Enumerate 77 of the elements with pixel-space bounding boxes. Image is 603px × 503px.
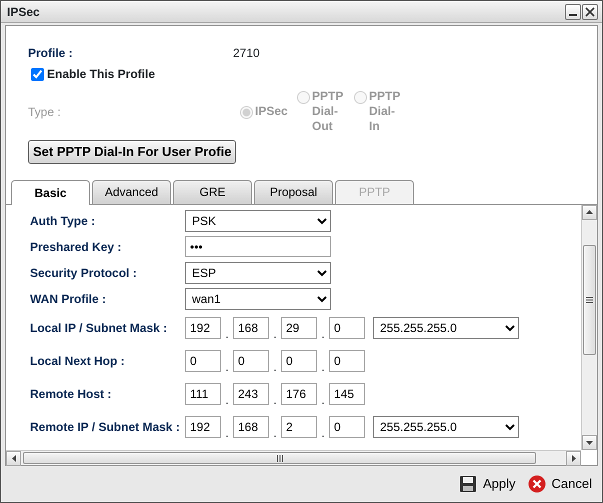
subnet-mask-select[interactable]: 255.255.255.0 <box>373 416 519 438</box>
subnet-mask-select[interactable]: 255.255.255.0 <box>373 317 519 339</box>
octet-field[interactable]: 2 <box>281 416 317 438</box>
down-arrow-icon <box>586 440 593 444</box>
octet-field[interactable]: 0 <box>329 416 365 438</box>
dot-separator: . <box>272 426 278 438</box>
octet-field[interactable]: 29 <box>281 317 317 339</box>
octet-field[interactable]: 176 <box>281 383 317 405</box>
horizontal-scrollbar[interactable] <box>6 450 581 465</box>
dot-separator: . <box>320 328 326 340</box>
dot-separator: . <box>272 394 278 406</box>
profile-label: Profile : <box>28 45 74 62</box>
window-title: IPSec <box>7 4 41 20</box>
select-field[interactable]: PSK <box>185 210 331 232</box>
scroll-down-button[interactable] <box>582 435 597 450</box>
close-icon <box>585 6 595 16</box>
scroll-left-button[interactable] <box>6 451 21 466</box>
enable-checkbox[interactable] <box>31 68 44 80</box>
dot-separator: . <box>272 328 278 340</box>
enable-label: Enable This Profile <box>47 66 156 83</box>
profile-value: 2710 <box>233 45 260 62</box>
field-label: Local Next Hop : <box>30 353 126 370</box>
password-field[interactable]: ••• <box>185 236 331 257</box>
cancel-icon <box>528 475 546 493</box>
radio-label: IPSec <box>255 104 289 119</box>
octet-field[interactable]: 0 <box>233 350 269 372</box>
field-label: WAN Profile : <box>30 290 108 308</box>
scroll-up-button[interactable] <box>582 204 597 220</box>
apply-button[interactable]: Apply <box>459 474 516 494</box>
radio-label: PPTP Dial-In <box>369 89 402 134</box>
set-pptp-button[interactable]: Set PPTP Dial-In For User Profie <box>28 140 236 164</box>
minimize-button[interactable] <box>565 4 581 20</box>
field-label: Local IP / Subnet Mask : <box>30 320 168 337</box>
tab[interactable]: Advanced <box>92 180 171 204</box>
octet-field[interactable]: 111 <box>185 383 221 405</box>
field-label: Remote Host : <box>30 386 112 403</box>
dot-separator: . <box>224 360 230 372</box>
octet-field[interactable]: 0 <box>329 350 365 372</box>
vertical-scrollbar[interactable] <box>581 204 597 450</box>
dot-separator: . <box>272 360 278 372</box>
dot-separator: . <box>320 426 326 438</box>
close-button[interactable] <box>582 4 598 20</box>
left-arrow-icon <box>12 455 16 462</box>
scroll-thumb[interactable] <box>583 244 596 355</box>
tab[interactable]: Basic <box>11 180 90 204</box>
octet-field[interactable]: 168 <box>233 416 269 438</box>
select-field[interactable]: ESP <box>185 262 331 284</box>
dot-separator: . <box>224 426 230 438</box>
minimize-icon <box>569 14 577 16</box>
scroll-right-button[interactable] <box>566 451 581 466</box>
right-arrow-icon <box>572 455 576 462</box>
dot-separator: . <box>320 360 326 372</box>
dot-separator: . <box>320 394 326 406</box>
field-label: Remote IP / Subnet Mask : <box>30 419 181 436</box>
octet-field[interactable]: 168 <box>233 317 269 339</box>
scroll-thumb[interactable] <box>23 452 536 464</box>
grip-icon <box>586 296 593 303</box>
field-label: Preshared Key : <box>30 238 122 256</box>
octet-field[interactable]: 0 <box>281 350 317 372</box>
field-label: Auth Type : <box>30 212 96 230</box>
octet-field[interactable]: 192 <box>185 317 221 339</box>
cancel-button[interactable]: Cancel <box>528 474 592 494</box>
up-arrow-icon <box>586 210 593 214</box>
octet-field[interactable]: 0 <box>329 317 365 339</box>
dot-separator: . <box>224 394 230 406</box>
octet-field[interactable]: 0 <box>185 350 221 372</box>
dot-separator: . <box>224 328 230 340</box>
octet-field[interactable]: 192 <box>185 416 221 438</box>
select-field[interactable]: wan1 <box>185 288 331 310</box>
grip-icon <box>276 454 282 462</box>
octet-field[interactable]: 145 <box>329 383 365 405</box>
tab[interactable]: Proposal <box>254 180 333 204</box>
type-label: Type : <box>28 104 62 120</box>
tab[interactable]: GRE <box>173 180 252 204</box>
octet-field[interactable]: 243 <box>233 383 269 405</box>
radio-label: PPTP Dial-Out <box>312 89 344 134</box>
field-label: Security Protocol : <box>30 264 138 282</box>
